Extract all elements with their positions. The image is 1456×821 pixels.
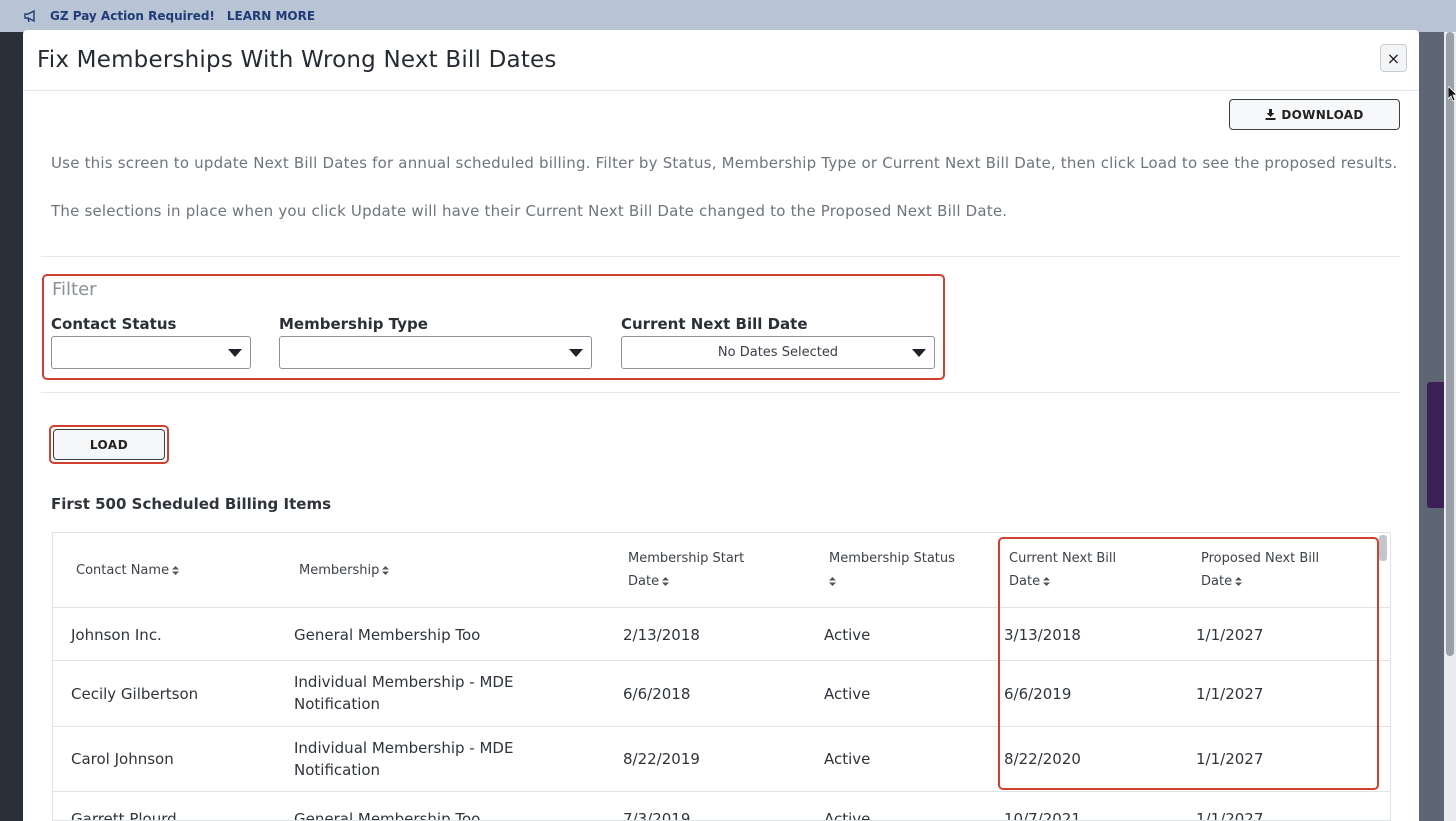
page-scrollbar-thumb[interactable] bbox=[1446, 32, 1454, 656]
download-button[interactable]: DOWNLOAD bbox=[1229, 99, 1400, 130]
cell-current-date: 3/13/2018 bbox=[1004, 626, 1081, 644]
col-current-next-bill-date[interactable]: Current Next Bill Date bbox=[1009, 547, 1116, 593]
load-button[interactable]: LOAD bbox=[53, 429, 165, 460]
contact-status-label: Contact Status bbox=[51, 315, 177, 333]
membership-type-select[interactable] bbox=[279, 336, 592, 369]
table-row[interactable]: Johnson Inc. General Membership Too 2/13… bbox=[53, 608, 1390, 661]
col-start-label-line2: Date bbox=[628, 574, 660, 589]
modal-title: Fix Memberships With Wrong Next Bill Dat… bbox=[37, 47, 557, 73]
col-proposed-label-line2: Date bbox=[1201, 574, 1233, 589]
cell-contact: Johnson Inc. bbox=[71, 626, 162, 644]
cell-start-date: 8/22/2019 bbox=[623, 750, 700, 768]
cell-membership-line2: Notification bbox=[294, 761, 381, 779]
contact-status-select[interactable] bbox=[51, 336, 251, 369]
col-proposed-label-line1: Proposed Next Bill bbox=[1201, 551, 1320, 566]
update-note-text: The selections in place when you click U… bbox=[51, 202, 1008, 220]
cell-current-date: 6/6/2019 bbox=[1004, 685, 1072, 703]
col-current-label-line2: Date bbox=[1009, 574, 1041, 589]
cell-membership: General Membership Too bbox=[294, 810, 481, 821]
cell-membership: Individual Membership - MDE Notification bbox=[294, 737, 513, 781]
download-icon bbox=[1265, 109, 1276, 120]
cell-current-date: 8/22/2020 bbox=[1004, 750, 1081, 768]
table-header: Contact Name Membership Membership Start… bbox=[53, 533, 1390, 608]
close-button[interactable]: × bbox=[1380, 44, 1407, 72]
cell-membership: General Membership Too bbox=[294, 626, 481, 644]
col-start-label-line1: Membership Start bbox=[628, 551, 745, 566]
description-text: Use this screen to update Next Bill Date… bbox=[51, 154, 1398, 172]
cell-membership-line1: Individual Membership - MDE bbox=[294, 739, 514, 757]
cell-proposed-date: 1/1/2027 bbox=[1196, 750, 1264, 768]
table-row[interactable]: Cecily Gilbertson Individual Membership … bbox=[53, 661, 1390, 727]
sort-icon bbox=[172, 566, 180, 575]
download-label: DOWNLOAD bbox=[1281, 107, 1364, 122]
col-current-label-line1: Current Next Bill bbox=[1009, 551, 1117, 566]
fix-memberships-modal: Fix Memberships With Wrong Next Bill Dat… bbox=[23, 30, 1419, 821]
table-row[interactable]: Garrett Plourd General Membership Too 7/… bbox=[53, 792, 1390, 821]
current-next-bill-date-select[interactable]: No Dates Selected bbox=[621, 336, 935, 369]
cell-proposed-date: 1/1/2027 bbox=[1196, 626, 1264, 644]
divider bbox=[41, 392, 1400, 393]
cell-status: Active bbox=[824, 626, 871, 644]
modal-header: Fix Memberships With Wrong Next Bill Dat… bbox=[23, 30, 1419, 91]
learn-more-link[interactable]: LEARN MORE bbox=[227, 9, 315, 23]
table-title: First 500 Scheduled Billing Items bbox=[51, 495, 331, 513]
sort-icon bbox=[1235, 577, 1243, 586]
cell-start-date: 2/13/2018 bbox=[623, 626, 700, 644]
chevron-down-icon bbox=[228, 349, 242, 357]
cell-start-date: 7/3/2019 bbox=[623, 810, 691, 821]
cell-current-date: 10/7/2021 bbox=[1004, 810, 1081, 821]
mouse-cursor-icon bbox=[1448, 86, 1456, 102]
action-banner: GZ Pay Action Required! LEARN MORE bbox=[0, 0, 1456, 32]
cell-contact: Cecily Gilbertson bbox=[71, 685, 199, 703]
col-contact-name[interactable]: Contact Name bbox=[76, 559, 180, 582]
sort-icon bbox=[1043, 577, 1051, 586]
cell-status: Active bbox=[824, 685, 871, 703]
background-sidebar bbox=[0, 32, 24, 821]
cell-proposed-date: 1/1/2027 bbox=[1196, 810, 1264, 821]
page-scrollbar[interactable] bbox=[1444, 32, 1456, 821]
cell-contact: Garrett Plourd bbox=[71, 810, 177, 821]
col-membership[interactable]: Membership bbox=[299, 559, 390, 582]
chevron-down-icon bbox=[912, 349, 926, 357]
col-contact-name-label: Contact Name bbox=[76, 563, 170, 578]
membership-type-label: Membership Type bbox=[279, 315, 428, 333]
col-status-label: Membership Status bbox=[829, 551, 955, 566]
table-scrollbar-thumb[interactable] bbox=[1379, 535, 1387, 561]
cell-status: Active bbox=[824, 810, 871, 821]
cell-membership-line2: Notification bbox=[294, 695, 381, 713]
sort-icon bbox=[829, 577, 836, 586]
current-next-bill-date-value: No Dates Selected bbox=[717, 345, 839, 360]
divider bbox=[41, 256, 1400, 257]
filter-legend: Filter bbox=[52, 279, 97, 300]
load-highlight: LOAD bbox=[49, 425, 169, 464]
current-next-bill-date-label: Current Next Bill Date bbox=[621, 315, 808, 333]
col-membership-status[interactable]: Membership Status bbox=[829, 547, 955, 593]
col-proposed-next-bill-date[interactable]: Proposed Next Bill Date bbox=[1201, 547, 1319, 593]
banner-text: GZ Pay Action Required! bbox=[50, 9, 215, 23]
cell-contact: Carol Johnson bbox=[71, 750, 174, 768]
cell-membership: Individual Membership - MDE Notification bbox=[294, 671, 513, 715]
filter-section: Filter Contact Status Membership Type Cu… bbox=[42, 274, 945, 380]
sort-icon bbox=[662, 577, 670, 586]
cell-start-date: 6/6/2018 bbox=[623, 685, 691, 703]
cell-proposed-date: 1/1/2027 bbox=[1196, 685, 1264, 703]
feedback-side-tab[interactable] bbox=[1427, 382, 1445, 508]
billing-items-table: Contact Name Membership Membership Start… bbox=[52, 532, 1391, 821]
cell-status: Active bbox=[824, 750, 871, 768]
col-membership-start-date[interactable]: Membership Start Date bbox=[628, 547, 744, 593]
sort-icon bbox=[382, 566, 390, 575]
table-row[interactable]: Carol Johnson Individual Membership - MD… bbox=[53, 727, 1390, 792]
megaphone-icon bbox=[24, 9, 35, 23]
close-icon: × bbox=[1386, 48, 1401, 68]
chevron-down-icon bbox=[569, 349, 583, 357]
cell-membership-line1: Individual Membership - MDE bbox=[294, 673, 514, 691]
col-membership-label: Membership bbox=[299, 563, 380, 578]
